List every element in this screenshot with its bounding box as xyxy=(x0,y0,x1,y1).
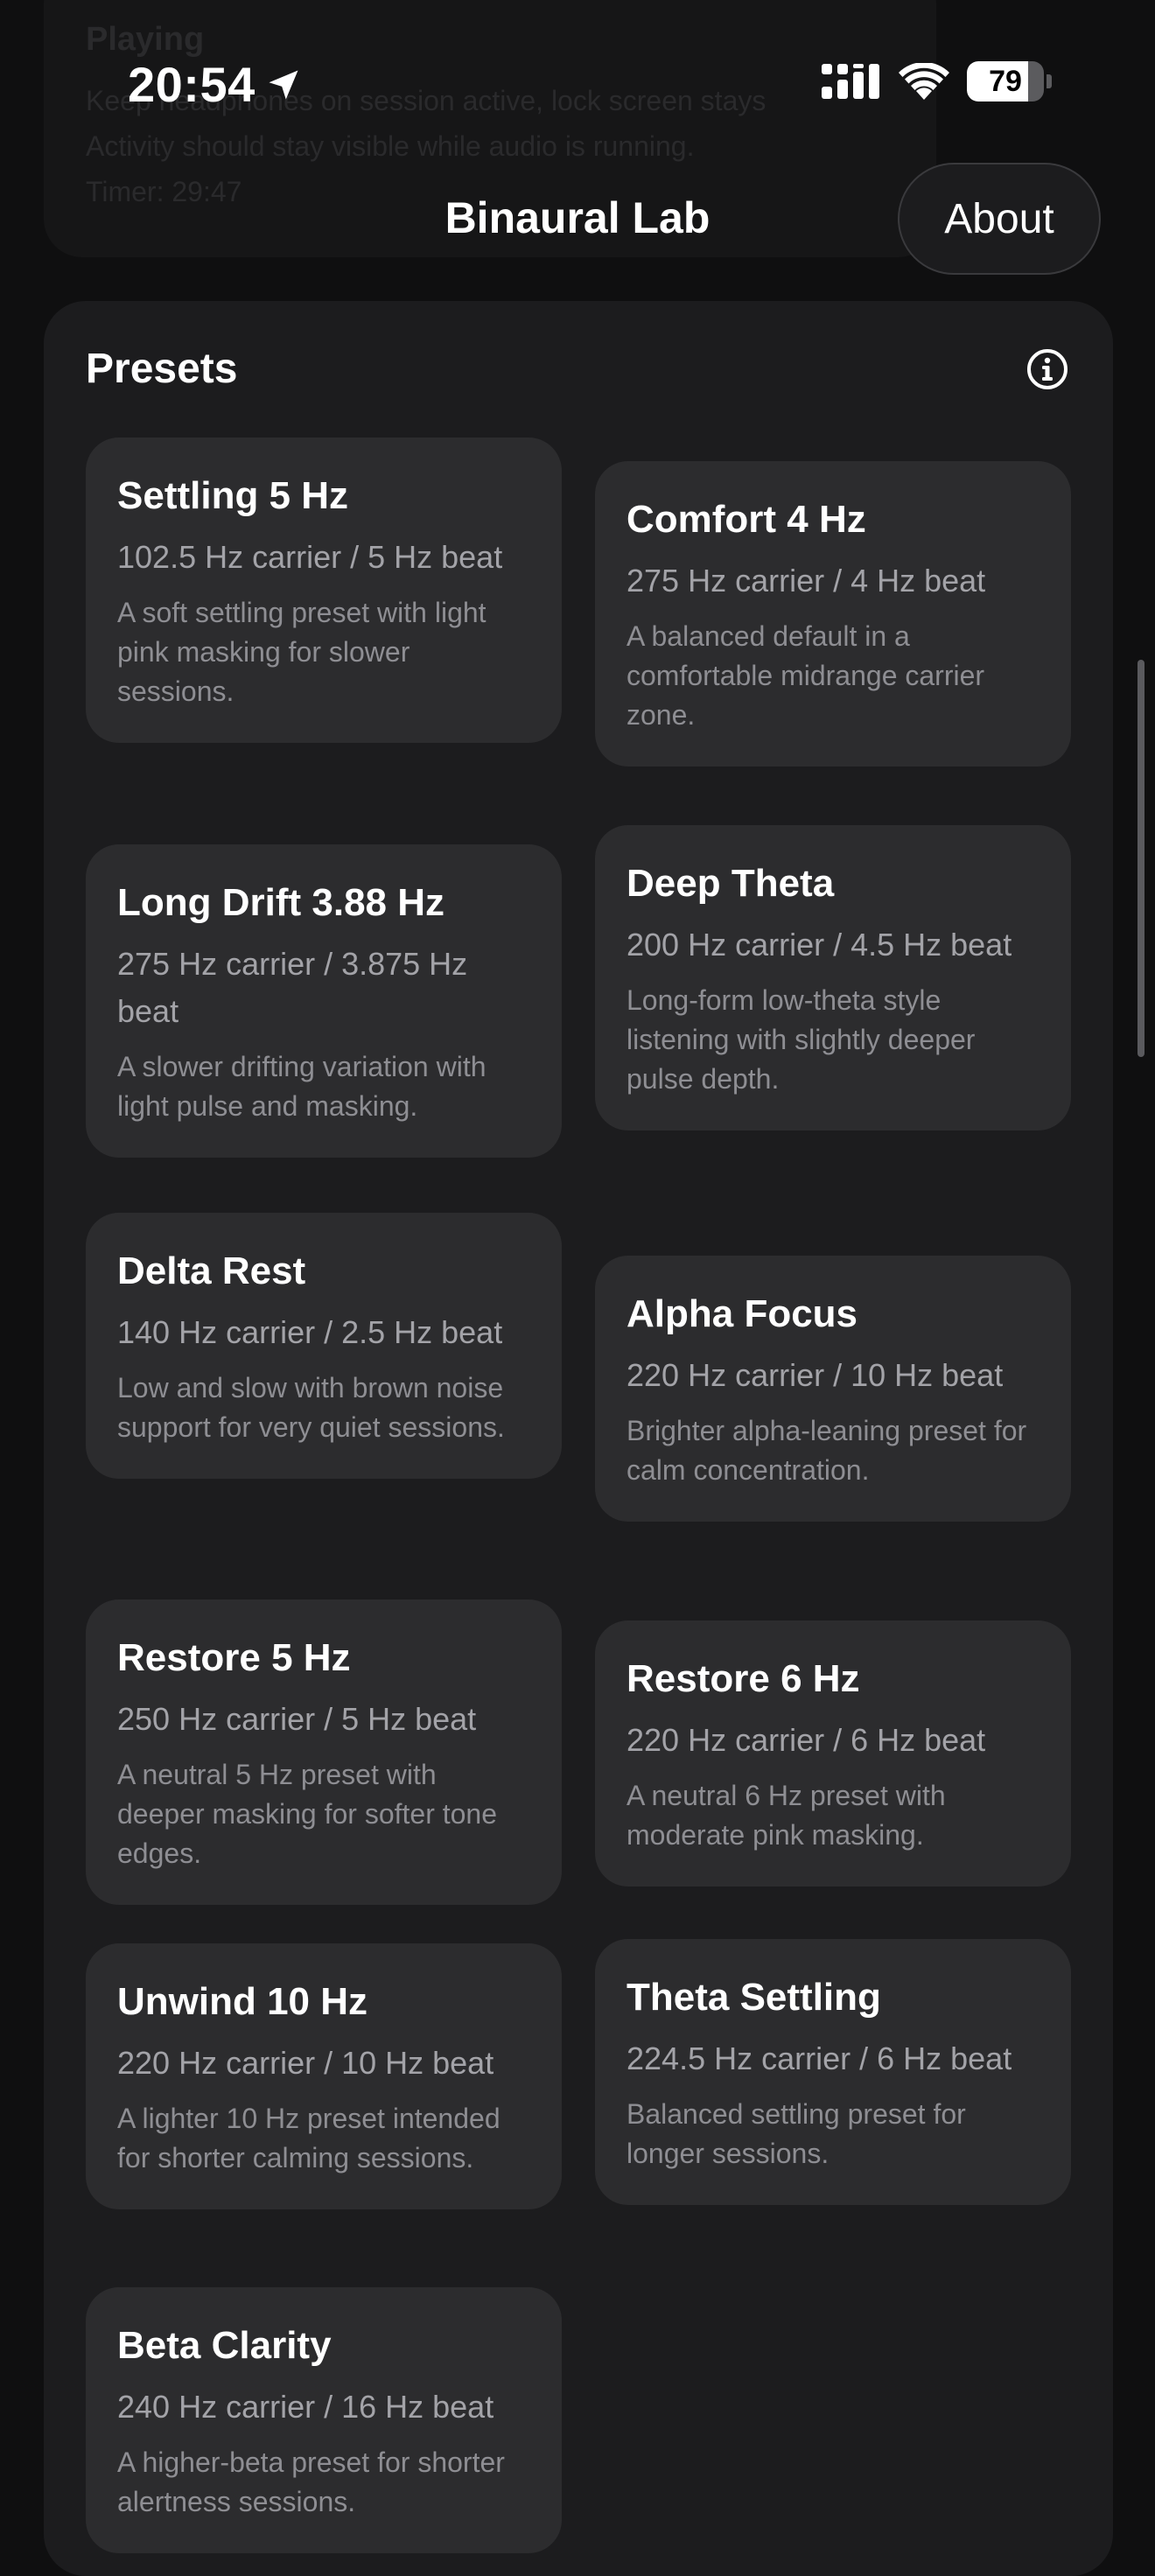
preset-card[interactable]: Settling 5 Hz 102.5 Hz carrier / 5 Hz be… xyxy=(86,438,562,743)
battery-icon: 79 xyxy=(967,61,1044,102)
preset-title: Deep Theta xyxy=(626,862,835,905)
about-button[interactable]: About xyxy=(898,163,1101,275)
preset-subtitle: 220 Hz carrier / 10 Hz beat xyxy=(117,2045,494,2081)
preset-card[interactable]: Deep Theta 200 Hz carrier / 4.5 Hz beat … xyxy=(595,825,1071,1130)
preset-description: Balanced settling preset for longer sess… xyxy=(626,2098,966,2169)
preset-card[interactable]: Restore 6 Hz 220 Hz carrier / 6 Hz beat … xyxy=(595,1620,1071,1886)
preset-title: Restore 6 Hz xyxy=(626,1657,860,1700)
preset-description: A lighter 10 Hz preset intended for shor… xyxy=(117,2103,500,2174)
preset-subtitle: 240 Hz carrier / 16 Hz beat xyxy=(117,2389,494,2425)
preset-card[interactable]: Comfort 4 Hz 275 Hz carrier / 4 Hz beat … xyxy=(595,461,1071,766)
presets-panel: Presets Settling 5 Hz 102.5 Hz carrier /… xyxy=(44,301,1113,2576)
preset-description: A soft settling preset with light pink m… xyxy=(117,597,486,707)
preset-description: A neutral 6 Hz preset with moderate pink… xyxy=(626,1780,946,1851)
preset-description: A neutral 5 Hz preset with deeper maskin… xyxy=(117,1759,498,1869)
preset-description: A slower drifting variation with light p… xyxy=(117,1051,486,1122)
scroll-indicator[interactable] xyxy=(1138,660,1144,1057)
preset-card[interactable]: Alpha Focus 220 Hz carrier / 10 Hz beat … xyxy=(595,1256,1071,1522)
status-time-text: 20:54 xyxy=(128,57,256,112)
preset-title: Comfort 4 Hz xyxy=(626,498,866,541)
preset-subtitle: 102.5 Hz carrier / 5 Hz beat xyxy=(117,539,503,575)
status-indicators: 79 xyxy=(822,61,1052,102)
battery-indicator: 79 xyxy=(967,61,1052,102)
preset-title: Delta Rest xyxy=(117,1250,306,1292)
cellular-signal-icon xyxy=(822,64,879,99)
preset-card[interactable]: Long Drift 3.88 Hz 275 Hz carrier / 3.87… xyxy=(86,844,562,1158)
presets-heading: Presets xyxy=(86,346,238,392)
wifi-icon xyxy=(899,63,949,100)
preset-title: Settling 5 Hz xyxy=(117,474,349,517)
preset-description: Low and slow with brown noise support fo… xyxy=(117,1372,505,1443)
battery-cap xyxy=(1046,74,1052,88)
preset-card[interactable]: Unwind 10 Hz 220 Hz carrier / 10 Hz beat… xyxy=(86,1943,562,2209)
info-circle-icon[interactable] xyxy=(1026,347,1069,391)
status-bar: 20:54 79 xyxy=(0,0,1155,166)
preset-description: A balanced default in a comfortable midr… xyxy=(626,620,985,731)
preset-title: Unwind 10 Hz xyxy=(117,1980,368,2023)
preset-subtitle: 224.5 Hz carrier / 6 Hz beat xyxy=(626,2040,1012,2076)
preset-subtitle: 275 Hz carrier / 3.875 Hz beat xyxy=(117,946,468,1029)
preset-subtitle: 275 Hz carrier / 4 Hz beat xyxy=(626,563,986,598)
location-arrow-icon xyxy=(269,70,298,99)
battery-percent: 79 xyxy=(989,64,1022,98)
preset-description: A higher-beta preset for shorter alertne… xyxy=(117,2446,505,2517)
preset-card[interactable]: Beta Clarity 240 Hz carrier / 16 Hz beat… xyxy=(86,2287,562,2553)
preset-subtitle: 220 Hz carrier / 10 Hz beat xyxy=(626,1357,1004,1393)
preset-title: Long Drift 3.88 Hz xyxy=(117,881,445,924)
preset-subtitle: 250 Hz carrier / 5 Hz beat xyxy=(117,1701,477,1737)
preset-card[interactable]: Restore 5 Hz 250 Hz carrier / 5 Hz beat … xyxy=(86,1600,562,1905)
preset-title: Theta Settling xyxy=(626,1976,881,2019)
preset-description: Brighter alpha-leaning preset for calm c… xyxy=(626,1415,1027,1486)
preset-subtitle: 200 Hz carrier / 4.5 Hz beat xyxy=(626,927,1012,962)
preset-title: Alpha Focus xyxy=(626,1292,858,1335)
status-time: 20:54 xyxy=(128,56,303,113)
preset-subtitle: 220 Hz carrier / 6 Hz beat xyxy=(626,1722,986,1758)
preset-card[interactable]: Delta Rest 140 Hz carrier / 2.5 Hz beat … xyxy=(86,1213,562,1479)
preset-card[interactable]: Theta Settling 224.5 Hz carrier / 6 Hz b… xyxy=(595,1939,1071,2205)
preset-title: Restore 5 Hz xyxy=(117,1636,351,1679)
preset-subtitle: 140 Hz carrier / 2.5 Hz beat xyxy=(117,1314,503,1350)
preset-description: Long-form low-theta style listening with… xyxy=(626,984,976,1095)
preset-title: Beta Clarity xyxy=(117,2324,332,2367)
